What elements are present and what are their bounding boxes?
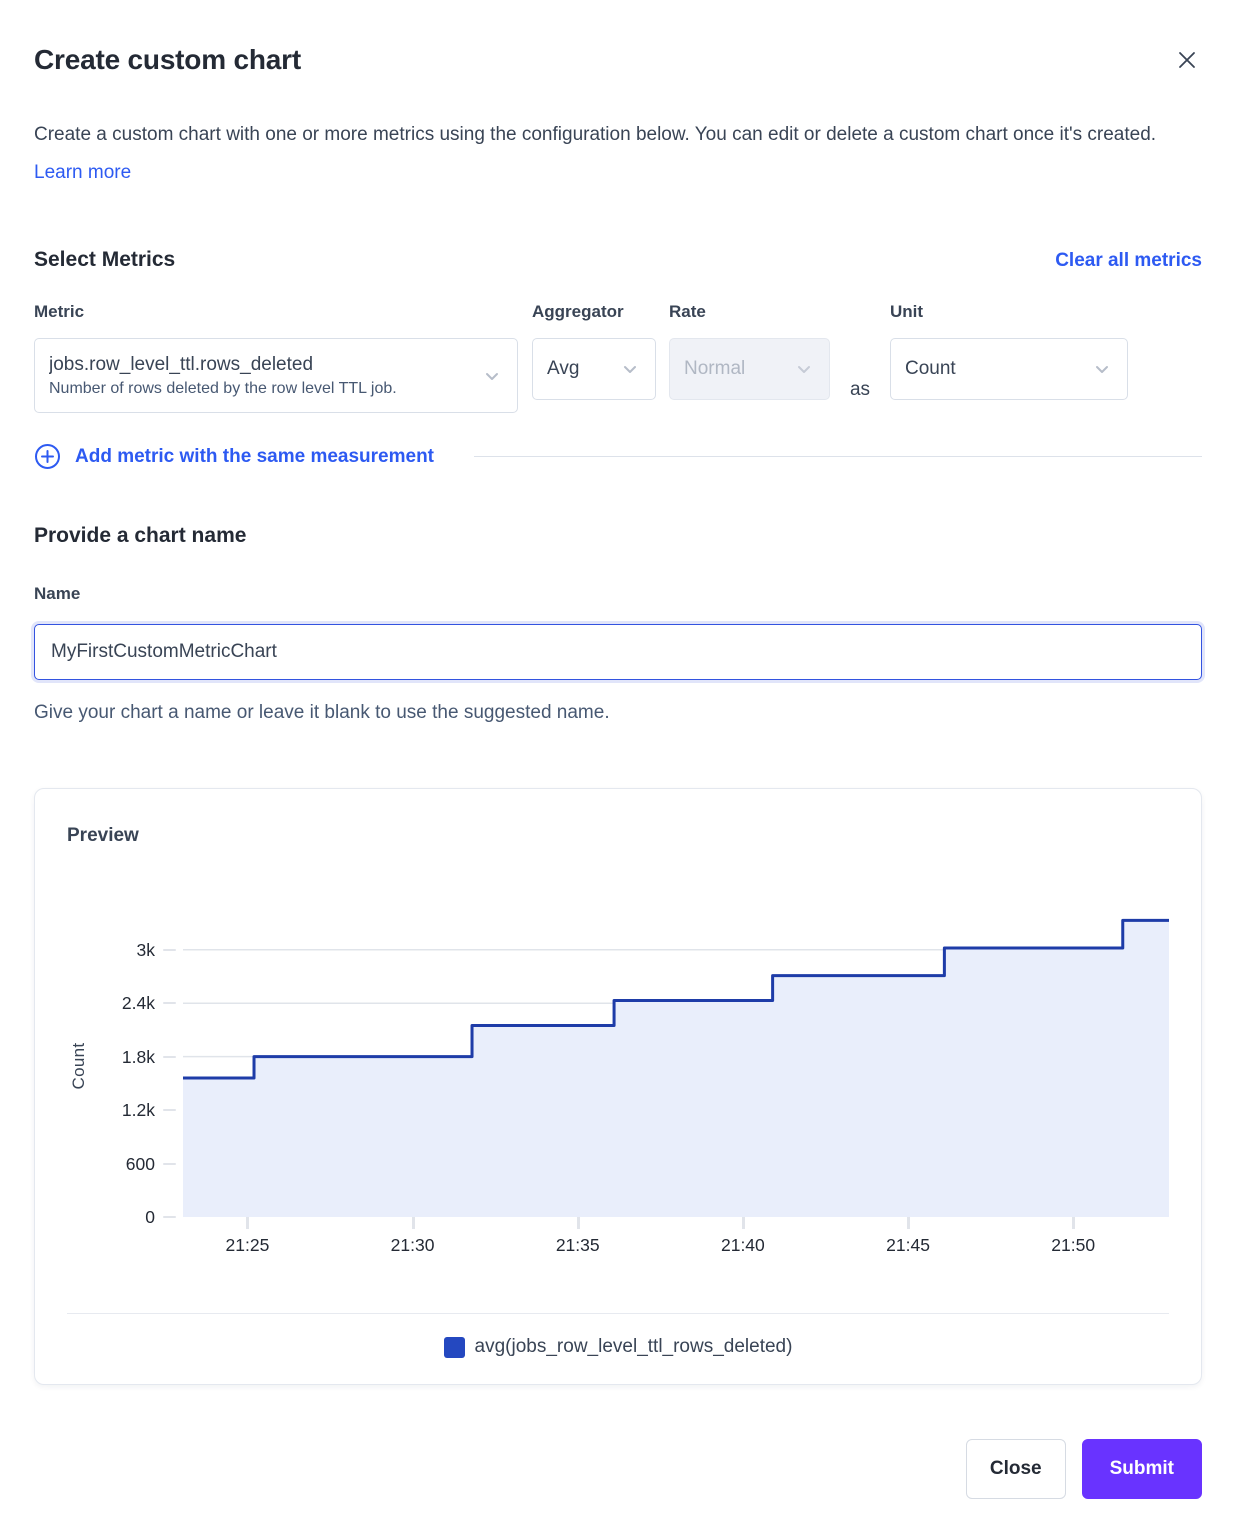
y-axis-title: Count: [69, 1043, 89, 1090]
plus-circle-icon: [34, 443, 61, 470]
clear-all-metrics-link[interactable]: Clear all metrics: [1055, 250, 1202, 272]
create-custom-chart-modal: Create custom chart Create a custom char…: [0, 0, 1236, 1539]
y-tick-label: 1.8k: [122, 1046, 155, 1068]
x-tick-label: 21:30: [391, 1235, 435, 1256]
add-metric-link[interactable]: Add metric with the same measurement: [34, 443, 434, 470]
rate-select: Normal: [669, 338, 830, 400]
chevron-down-icon: [1091, 358, 1113, 380]
name-helper-text: Give your chart a name or leave it blank…: [34, 702, 1202, 724]
y-tick-label: 1.2k: [122, 1099, 155, 1121]
preview-card: Preview Count 0 600 1.2k 1.8k 2.4k 3k 21:25 21…: [34, 788, 1202, 1385]
chevron-down-icon: [793, 358, 815, 380]
unit-label: Unit: [890, 302, 1128, 322]
as-label: as: [830, 379, 890, 401]
unit-select[interactable]: Count: [890, 338, 1128, 400]
metric-label: Metric: [34, 302, 518, 322]
x-axis-tick-labels: 21:25 21:30 21:35 21:40 21:45 21:50: [183, 1235, 1169, 1261]
add-metric-row: Add metric with the same measurement: [34, 443, 1202, 470]
chart-legend: avg(jobs_row_level_ttl_rows_deleted): [67, 1336, 1169, 1358]
preview-heading: Preview: [67, 825, 1169, 847]
modal-footer: Close Submit: [34, 1439, 1202, 1499]
preview-chart: Count 06001.2k1.8k2.4k3k 21:2521:3021:35…: [67, 915, 1169, 1217]
modal-description-text: Create a custom chart with one or more m…: [34, 124, 1156, 145]
metric-select-texts: jobs.row_level_ttl.rows_deleted Number o…: [49, 354, 397, 398]
metric-select-description: Number of rows deleted by the row level …: [49, 380, 397, 398]
close-button[interactable]: Close: [966, 1439, 1066, 1499]
name-label: Name: [34, 584, 1202, 604]
submit-button[interactable]: Submit: [1082, 1439, 1202, 1499]
chevron-down-icon: [619, 358, 641, 380]
chevron-down-icon: [481, 365, 503, 387]
rate-select-value: Normal: [684, 358, 745, 380]
x-tick-label: 21:25: [226, 1235, 270, 1256]
y-tick-label: 3k: [137, 939, 155, 961]
unit-select-value: Count: [905, 358, 956, 380]
select-metrics-heading: Select Metrics: [34, 248, 175, 272]
aggregator-select[interactable]: Avg: [532, 338, 656, 400]
metric-config-row: Metric jobs.row_level_ttl.rows_deleted N…: [34, 302, 1202, 413]
add-metric-label: Add metric with the same measurement: [75, 446, 434, 468]
unit-field: Unit Count: [890, 302, 1128, 400]
divider: [67, 1313, 1169, 1314]
y-axis-ticks: [163, 915, 183, 1217]
y-axis-tick-labels: 06001.2k1.8k2.4k3k: [95, 915, 163, 1217]
rate-label: Rate: [669, 302, 830, 322]
divider: [474, 456, 1202, 457]
x-tick-label: 21:35: [556, 1235, 600, 1256]
page-title: Create custom chart: [34, 44, 301, 76]
chart-plot: [183, 915, 1169, 1217]
aggregator-select-value: Avg: [547, 358, 579, 380]
modal-description: Create a custom chart with one or more m…: [34, 116, 1194, 192]
legend-label: avg(jobs_row_level_ttl_rows_deleted): [475, 1336, 793, 1358]
y-tick-label: 2.4k: [122, 992, 155, 1014]
chart-name-input[interactable]: [34, 624, 1202, 680]
legend-swatch: [444, 1337, 465, 1358]
select-metrics-row: Select Metrics Clear all metrics: [34, 248, 1202, 272]
rate-field: Rate Normal: [669, 302, 830, 400]
x-tick-label: 21:45: [886, 1235, 930, 1256]
y-tick-label: 0: [145, 1206, 155, 1228]
close-icon[interactable]: [1172, 45, 1202, 75]
x-tick-label: 21:40: [721, 1235, 765, 1256]
modal-header: Create custom chart: [34, 0, 1202, 76]
chart-plot-area: 21:2521:3021:3521:4021:4521:50: [183, 915, 1169, 1217]
aggregator-field: Aggregator Avg: [532, 302, 656, 400]
aggregator-label: Aggregator: [532, 302, 656, 322]
metric-select-value: jobs.row_level_ttl.rows_deleted: [49, 354, 397, 376]
metric-select[interactable]: jobs.row_level_ttl.rows_deleted Number o…: [34, 338, 518, 413]
y-tick-label: 600: [126, 1153, 155, 1175]
x-axis-ticks: [183, 1217, 1169, 1230]
learn-more-link[interactable]: Learn more: [34, 162, 131, 183]
x-tick-label: 21:50: [1051, 1235, 1095, 1256]
chart-name-heading: Provide a chart name: [34, 524, 1202, 548]
metric-field: Metric jobs.row_level_ttl.rows_deleted N…: [34, 302, 518, 413]
